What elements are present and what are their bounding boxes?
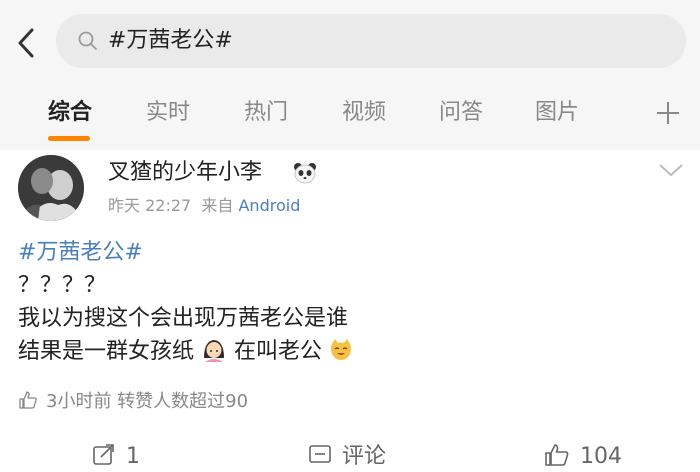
post-card: 叉猹的少年小李 昨天 22:27 来自 Android #万茜老公# ？？？？ … (0, 150, 700, 469)
repost-icon (93, 444, 114, 465)
post-line: 在叫老公 (234, 339, 323, 364)
tab-comprehensive[interactable]: 综合 (48, 98, 92, 128)
source-prefix: 来自 (201, 196, 234, 215)
avatar[interactable] (18, 155, 84, 221)
hashtag-link[interactable]: #万茜老公# (18, 240, 143, 265)
tab-images[interactable]: 图片 (535, 98, 579, 128)
search-bar[interactable] (56, 14, 686, 68)
like-count: 104 (580, 444, 622, 469)
girl-emoji-icon (204, 340, 225, 362)
action-bar: 1 评论 104 (0, 442, 700, 472)
post-meta: 昨天 22:27 来自 Android (108, 195, 300, 217)
post-line: 结果是一群女孩纸 (18, 339, 195, 364)
username[interactable]: 叉猹的少年小李 (108, 158, 262, 188)
comment-label: 评论 (342, 444, 387, 469)
likes-summary: 3小时前 转赞人数超过90 (18, 390, 248, 414)
tab-video[interactable]: 视频 (342, 98, 386, 128)
chevron-down-icon[interactable] (658, 162, 684, 178)
add-tab-icon[interactable] (654, 99, 682, 127)
like-button[interactable]: 104 (544, 442, 622, 472)
tab-realtime[interactable]: 实时 (146, 98, 190, 128)
post-source[interactable]: Android (238, 196, 300, 215)
active-tab-indicator (48, 136, 90, 141)
comment-icon (309, 445, 331, 463)
repost-button[interactable]: 1 (92, 442, 140, 472)
tab-hot[interactable]: 热门 (244, 98, 288, 128)
post-body: #万茜老公# ？？？？ 我以为搜这个会出现万茜老公是谁 结果是一群女孩纸 在叫老… (18, 236, 353, 368)
back-button[interactable] (10, 22, 44, 62)
repost-count: 1 (126, 444, 140, 469)
cat-emoji-icon (331, 339, 352, 360)
panda-icon (294, 163, 316, 184)
comment-button[interactable]: 评论 (308, 442, 386, 472)
tab-qa[interactable]: 问答 (439, 98, 483, 128)
post-line: ？？？？ (18, 273, 107, 298)
like-icon (545, 444, 569, 466)
thumbs-up-icon (19, 391, 37, 409)
avatar-photo (18, 155, 84, 221)
back-arrow-icon (18, 28, 34, 58)
search-icon (78, 31, 97, 50)
likes-summary-text: 3小时前 转赞人数超过90 (46, 391, 249, 412)
post-line: 我以为搜这个会出现万茜老公是谁 (18, 306, 349, 331)
top-bar (0, 0, 700, 82)
post-time: 昨天 22:27 (108, 196, 192, 215)
tab-bar: 综合 实时 热门 视频 问答 图片 (0, 82, 700, 150)
search-input[interactable] (108, 27, 648, 55)
